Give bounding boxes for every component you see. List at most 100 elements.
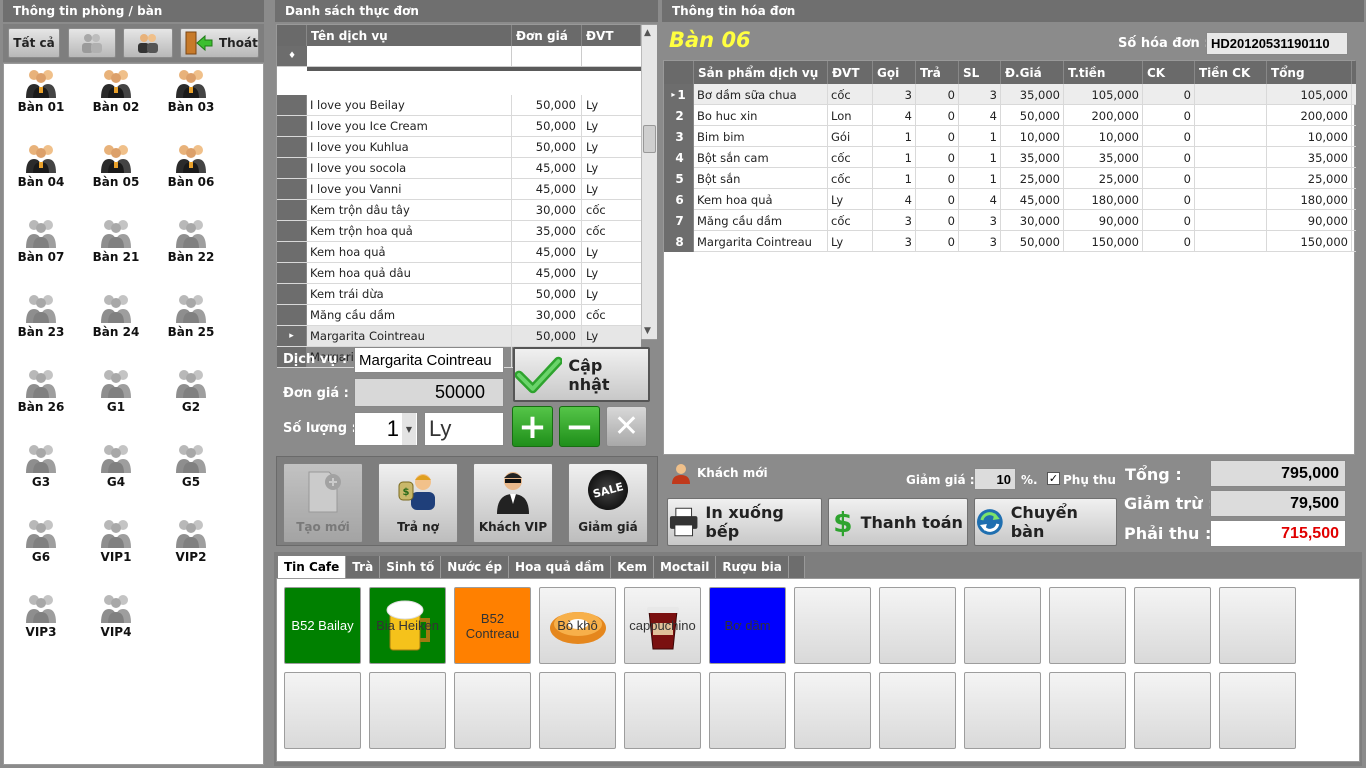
scroll-down-icon[interactable]: ▼ <box>644 326 651 336</box>
menu-col-price[interactable]: Đơn giá <box>512 25 582 46</box>
invoice-row[interactable]: 4 Bột sắn cam cốc 1 0 1 35,000 35,000 0 35,000 <box>664 147 1356 168</box>
empty-product-slot[interactable] <box>964 587 1041 664</box>
discount-field[interactable]: 10 <box>974 468 1016 490</box>
empty-product-slot[interactable] <box>284 672 361 749</box>
checkout-button[interactable]: $ Thanh toán <box>828 498 968 546</box>
menu-filter-row[interactable]: ♦ <box>277 46 641 67</box>
table-tile-bàn-26[interactable]: Bàn 26 <box>6 368 76 428</box>
table-tile-g4[interactable]: G4 <box>81 443 151 503</box>
table-tile-bàn-04[interactable]: Bàn 04 <box>6 143 76 203</box>
pay-debt-button[interactable]: $ Trả nợ <box>378 463 458 543</box>
invoice-row[interactable]: 8 Margarita Cointreau Ly 3 0 3 50,000 150,000 0 1… <box>664 231 1356 252</box>
table-tile-bàn-21[interactable]: Bàn 21 <box>81 218 151 278</box>
table-tile-bàn-22[interactable]: Bàn 22 <box>156 218 226 278</box>
scroll-up-icon[interactable]: ▲ <box>644 28 651 38</box>
invoice-col-header[interactable]: CK <box>1143 61 1195 84</box>
table-tile-bàn-23[interactable]: Bàn 23 <box>6 293 76 353</box>
invoice-col-header[interactable]: T.tiền <box>1064 61 1143 84</box>
table-tile-g1[interactable]: G1 <box>81 368 151 428</box>
service-field[interactable]: Margarita Cointreau <box>354 347 504 373</box>
menu-row[interactable]: Kem hoa quả dâu 45,000 Ly <box>277 263 641 284</box>
category-tab[interactable]: Trà <box>346 556 381 578</box>
empty-product-slot[interactable] <box>454 672 531 749</box>
menu-row[interactable]: Kem trộn hoa quả 35,000 cốc <box>277 221 641 242</box>
all-tables-button[interactable]: Tất cả <box>8 28 60 58</box>
table-tile-bàn-06[interactable]: Bàn 06 <box>156 143 226 203</box>
vip-customer-button[interactable]: Khách VIP <box>473 463 553 543</box>
menu-row[interactable]: Măng cầu dầm 30,000 cốc <box>277 305 641 326</box>
invoice-col-header[interactable]: Tiền CK <box>1195 61 1267 84</box>
table-tile-bàn-24[interactable]: Bàn 24 <box>81 293 151 353</box>
invoice-col-header[interactable]: SL <box>959 61 1001 84</box>
product-button[interactable]: B52 Contreau <box>454 587 531 664</box>
empty-product-slot[interactable] <box>794 587 871 664</box>
product-button[interactable]: cappuchino <box>624 587 701 664</box>
table-tile-bàn-07[interactable]: Bàn 07 <box>6 218 76 278</box>
table-tile-g5[interactable]: G5 <box>156 443 226 503</box>
unit-field[interactable]: Ly <box>424 412 504 446</box>
empty-product-slot[interactable] <box>1049 672 1126 749</box>
empty-product-slot[interactable] <box>794 672 871 749</box>
product-button[interactable]: Bò khô <box>539 587 616 664</box>
table-tile-g3[interactable]: G3 <box>6 443 76 503</box>
table-tile-bàn-25[interactable]: Bàn 25 <box>156 293 226 353</box>
category-tab[interactable]: Tin Cafe <box>278 556 347 578</box>
price-field[interactable]: 50000 <box>354 378 504 407</box>
invoice-col-header[interactable]: Gọi <box>873 61 916 84</box>
add-qty-button[interactable]: + <box>512 406 553 447</box>
table-tile-g2[interactable]: G2 <box>156 368 226 428</box>
empty-product-slot[interactable] <box>539 672 616 749</box>
table-tile-vip1[interactable]: VIP1 <box>81 518 151 578</box>
menu-row[interactable]: ▸ Margarita Cointreau 50,000 Ly <box>277 326 641 347</box>
empty-product-slot[interactable] <box>369 672 446 749</box>
empty-product-slot[interactable] <box>879 672 956 749</box>
discount-button[interactable]: SALE Giảm giá <box>568 463 648 543</box>
move-table-button[interactable]: Chuyển bàn <box>974 498 1117 546</box>
empty-product-slot[interactable] <box>1219 672 1296 749</box>
category-tab[interactable]: Hoa quả dầm <box>509 556 612 578</box>
empty-product-slot[interactable] <box>879 587 956 664</box>
product-button[interactable]: Bơ dầm <box>709 587 786 664</box>
category-tab[interactable]: Nước ép <box>441 556 510 578</box>
category-tab[interactable]: Rượu bia <box>716 556 789 578</box>
empty-product-slot[interactable] <box>964 672 1041 749</box>
delete-item-button[interactable]: ✕ <box>606 406 647 447</box>
empty-product-slot[interactable] <box>1134 587 1211 664</box>
menu-row[interactable]: I love you Beilay 50,000 Ly <box>277 95 641 116</box>
customer-area[interactable]: Khách mới <box>670 462 768 484</box>
category-tab[interactable]: Kem <box>611 556 654 578</box>
scroll-thumb[interactable] <box>643 125 656 153</box>
table-tile-vip3[interactable]: VIP3 <box>6 593 76 653</box>
empty-product-slot[interactable] <box>1049 587 1126 664</box>
table-tile-vip4[interactable]: VIP4 <box>81 593 151 653</box>
qty-dropdown-icon[interactable]: ▼ <box>402 413 416 445</box>
invoice-row[interactable]: 7 Măng cầu dầm cốc 3 0 3 30,000 90,000 0 90,000 <box>664 210 1356 231</box>
print-kitchen-button[interactable]: In xuống bếp <box>667 498 822 546</box>
menu-row[interactable]: I love you Ice Cream 50,000 Ly <box>277 116 641 137</box>
table-tile-bàn-03[interactable]: Bàn 03 <box>156 68 226 128</box>
invoice-row[interactable]: 5 Bột sắn cốc 1 0 1 25,000 25,000 0 25,000 <box>664 168 1356 189</box>
menu-row[interactable]: Kem hoa quả 45,000 Ly <box>277 242 641 263</box>
empty-product-slot[interactable] <box>1134 672 1211 749</box>
occupied-tables-button[interactable] <box>123 28 173 58</box>
table-tile-g6[interactable]: G6 <box>6 518 76 578</box>
empty-product-slot[interactable] <box>624 672 701 749</box>
invoice-number-field[interactable]: HD20120531190110 <box>1206 32 1348 55</box>
table-tile-bàn-05[interactable]: Bàn 05 <box>81 143 151 203</box>
category-tab[interactable]: Moctail <box>653 556 717 578</box>
menu-col-unit[interactable]: ĐVT <box>582 25 641 46</box>
invoice-row[interactable]: ▸ 1 Bơ dầm sữa chua cốc 3 0 3 35,000 105,000 0 105… <box>664 84 1356 105</box>
table-tile-bàn-02[interactable]: Bàn 02 <box>81 68 151 128</box>
subtract-qty-button[interactable]: − <box>559 406 600 447</box>
menu-col-name[interactable]: Tên dịch vụ <box>307 25 512 46</box>
category-tab[interactable]: Sinh tố <box>380 556 442 578</box>
invoice-col-header[interactable]: Sản phẩm dịch vụ <box>694 61 828 84</box>
menu-scrollbar[interactable]: ▲ ▼ <box>641 25 657 339</box>
invoice-col-header[interactable]: Đ.Giá <box>1001 61 1064 84</box>
product-button[interactable]: Bia Heiken <box>369 587 446 664</box>
table-tile-vip2[interactable]: VIP2 <box>156 518 226 578</box>
exit-button[interactable]: Thoát <box>180 28 259 58</box>
invoice-col-header[interactable]: Trả <box>916 61 959 84</box>
invoice-row[interactable]: 3 Bim bim Gói 1 0 1 10,000 10,000 0 10,000 <box>664 126 1356 147</box>
empty-tables-button[interactable] <box>68 28 116 58</box>
